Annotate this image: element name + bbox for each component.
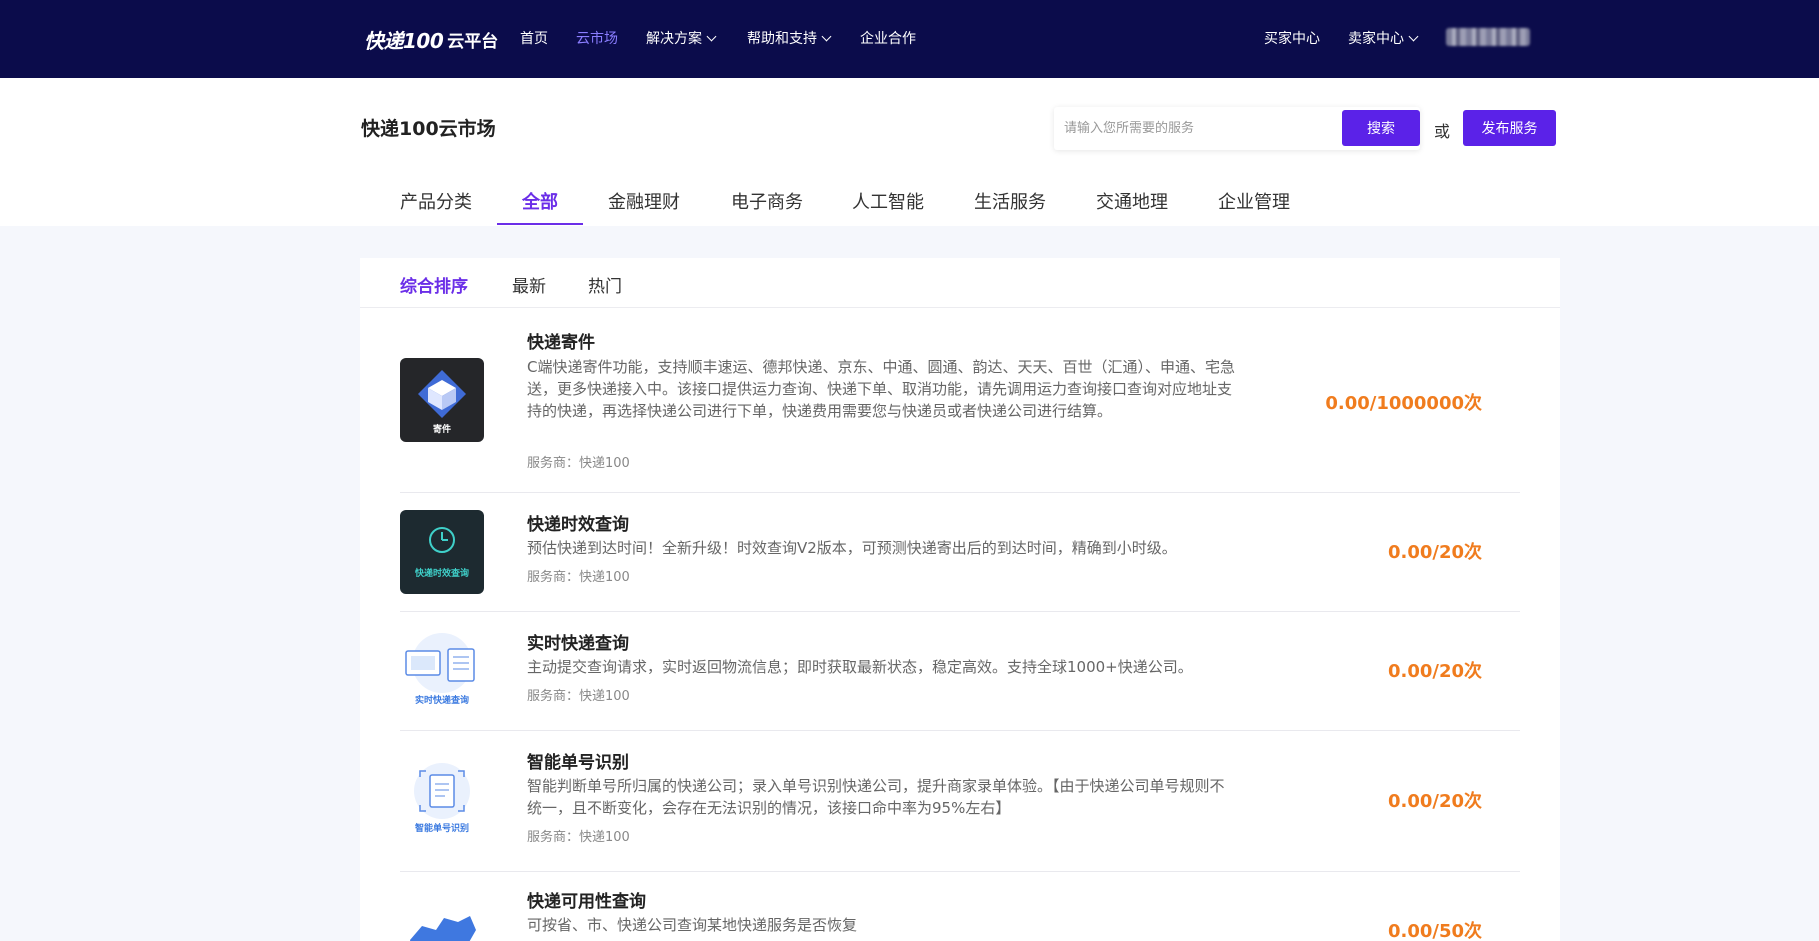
product-description: C端快递寄件功能，支持顺丰速运、德邦快递、京东、中通、圆通、韵达、天天、百世（汇… xyxy=(527,358,1235,420)
product-list-panel: 综合排序 最新 热门 寄件 快递寄件 C端快递寄件功能，支持顺丰速运、德邦快递、… xyxy=(360,258,1560,941)
nav-buyer-center-label: 买家中心 xyxy=(1264,31,1320,47)
product-thumbnail: 智能单号识别 xyxy=(400,759,484,843)
sort-tab-comprehensive[interactable]: 综合排序 xyxy=(400,272,468,297)
product-price: 0.00/20次 xyxy=(1387,661,1482,682)
nav-home[interactable]: 首页 xyxy=(520,28,548,48)
product-price: 0.00/1000000次 xyxy=(1325,393,1482,414)
nav-enterprise-label: 企业合作 xyxy=(860,31,916,47)
thumbnail-label: 实时快递查询 xyxy=(414,696,469,706)
nav-seller-center[interactable]: 卖家中心 xyxy=(1348,28,1419,48)
nav-cloud-market[interactable]: 云市场 xyxy=(576,28,618,48)
sort-bar: 综合排序 最新 热门 xyxy=(360,258,1560,308)
nav-seller-center-label: 卖家中心 xyxy=(1348,31,1404,47)
product-thumbnail: 快递时效查询 xyxy=(400,510,484,594)
product-title[interactable]: 快递时效查询 xyxy=(527,510,629,535)
product-row[interactable]: 快递可用性查询 可按省、市、快递公司查询某地快递服务是否恢复 0.00/50次 xyxy=(400,872,1520,941)
product-title[interactable]: 实时快递查询 xyxy=(527,629,629,654)
sort-tab-popular[interactable]: 热门 xyxy=(588,272,622,297)
thumbnail-label: 智能单号识别 xyxy=(414,824,469,834)
chevron-down-icon xyxy=(706,31,717,41)
product-thumbnail: 寄件 xyxy=(400,358,484,442)
nav-enterprise[interactable]: 企业合作 xyxy=(860,28,916,48)
product-description: 主动提交查询请求，实时返回物流信息；即时获取最新状态，稳定高效。支持全球1000… xyxy=(527,658,1193,676)
category-tab-ecommerce[interactable]: 电子商务 xyxy=(731,188,803,214)
product-provider: 服务商：快递100 xyxy=(527,689,630,704)
active-tab-underline xyxy=(497,223,583,225)
nav-cloud-market-label: 云市场 xyxy=(576,31,618,47)
product-thumbnail: 实时快递查询 xyxy=(400,629,484,713)
product-row[interactable]: 快递时效查询 快递时效查询 预估快递到达时间！全新升级！时效查询V2版本，可预测… xyxy=(400,493,1520,612)
chevron-down-icon xyxy=(821,31,832,41)
china-map-icon xyxy=(410,916,476,941)
sort-tab-newest[interactable]: 最新 xyxy=(512,272,546,297)
category-tab-transport-geo[interactable]: 交通地理 xyxy=(1096,188,1168,214)
search-button[interactable]: 搜索 xyxy=(1342,110,1420,146)
category-tab-enterprise-mgmt[interactable]: 企业管理 xyxy=(1218,188,1290,214)
nav-home-label: 首页 xyxy=(520,31,548,47)
product-title[interactable]: 智能单号识别 xyxy=(527,748,629,773)
site-logo[interactable]: 快递100 云平台 xyxy=(364,25,498,53)
user-account-blurred[interactable] xyxy=(1446,28,1530,46)
logo-platform: 云平台 xyxy=(447,31,499,52)
thumbnail-label: 寄件 xyxy=(432,425,451,435)
product-price: 0.00/50次 xyxy=(1387,921,1482,941)
product-price: 0.00/20次 xyxy=(1387,542,1482,563)
product-title[interactable]: 快递寄件 xyxy=(527,328,595,353)
search-input[interactable] xyxy=(1064,107,1334,150)
product-provider: 服务商：快递100 xyxy=(527,830,630,845)
product-description: 智能判断单号所归属的快递公司；录入单号识别快递公司，提升商家录单体验。【由于快递… xyxy=(527,777,1225,817)
page-title: 快递100云市场 xyxy=(361,118,496,140)
thumbnail-label: 快递时效查询 xyxy=(414,569,469,579)
category-tab-finance[interactable]: 金融理财 xyxy=(608,188,680,214)
publish-service-button[interactable]: 发布服务 xyxy=(1463,110,1556,146)
category-tab-ai[interactable]: 人工智能 xyxy=(852,188,924,214)
logo-brand: 快递100 xyxy=(364,28,444,53)
product-row[interactable]: 实时快递查询 实时快递查询 主动提交查询请求，实时返回物流信息；即时获取最新状态… xyxy=(400,612,1520,731)
category-tab-all[interactable]: 全部 xyxy=(522,188,558,214)
nav-buyer-center[interactable]: 买家中心 xyxy=(1264,28,1320,48)
clock-icon xyxy=(429,527,455,553)
product-row[interactable]: 智能单号识别 智能单号识别 智能判断单号所归属的快递公司；录入单号识别快递公司，… xyxy=(400,731,1520,872)
product-provider: 服务商：快递100 xyxy=(527,570,630,585)
nav-help-support[interactable]: 帮助和支持 xyxy=(747,28,832,48)
product-title[interactable]: 快递可用性查询 xyxy=(527,887,646,912)
product-row[interactable]: 寄件 快递寄件 C端快递寄件功能，支持顺丰速运、德邦快递、京东、中通、圆通、韵达… xyxy=(400,308,1520,493)
top-navigation-bar: 快递100 云平台 首页 云市场 解决方案 帮助和支持 企业合作 买家中心 卖家… xyxy=(0,0,1819,78)
nav-solutions-label: 解决方案 xyxy=(646,31,702,47)
product-provider: 服务商：快递100 xyxy=(527,456,630,471)
product-description: 可按省、市、快递公司查询某地快递服务是否恢复 xyxy=(527,916,858,934)
product-price: 0.00/20次 xyxy=(1387,791,1482,812)
nav-solutions[interactable]: 解决方案 xyxy=(646,28,717,48)
nav-help-support-label: 帮助和支持 xyxy=(747,31,817,47)
product-description: 预估快递到达时间！全新升级！时效查询V2版本，可预测快递寄出后的到达时间，精确到… xyxy=(527,539,1177,557)
category-tab-life-services[interactable]: 生活服务 xyxy=(974,188,1046,214)
or-separator: 或 xyxy=(1434,122,1451,141)
product-thumbnail xyxy=(400,900,484,941)
chevron-down-icon xyxy=(1408,31,1419,41)
category-label: 产品分类 xyxy=(400,192,472,213)
